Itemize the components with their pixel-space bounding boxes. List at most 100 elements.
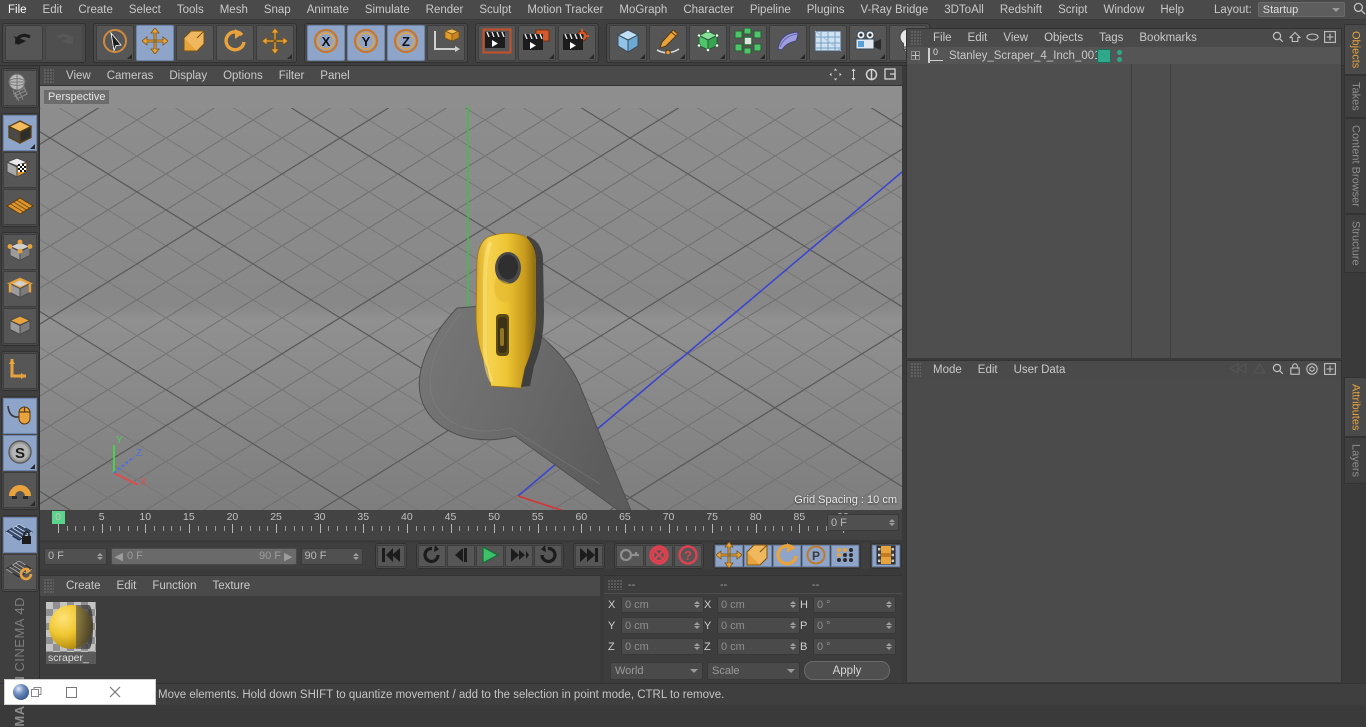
record-pla-button[interactable]	[831, 545, 859, 567]
close-window-button[interactable]	[93, 679, 137, 705]
menu-create[interactable]: Create	[70, 0, 121, 20]
add-deformer-button[interactable]	[769, 24, 807, 61]
material-menu-texture[interactable]: Texture	[204, 576, 258, 596]
play-reverse-loop-button[interactable]	[418, 544, 446, 567]
magnet-tool-button[interactable]	[2, 472, 37, 508]
object-menu-bookmarks[interactable]: Bookmarks	[1131, 29, 1205, 47]
timeline-ruler[interactable]: 051015202530354045505560657075808590	[50, 510, 902, 538]
menu-sculpt[interactable]: Sculpt	[471, 0, 519, 20]
spinner-icon[interactable]	[886, 643, 892, 650]
spinner-icon[interactable]	[886, 622, 892, 629]
timeline-ruler-panel[interactable]: 051015202530354045505560657075808590 0 F	[40, 510, 902, 540]
plus-box-icon[interactable]	[1324, 362, 1336, 378]
coordinate-input[interactable]: 0 °	[813, 638, 896, 655]
home-icon[interactable]	[1288, 31, 1302, 46]
material-menu-function[interactable]: Function	[144, 576, 204, 596]
expand-corner-icon[interactable]	[840, 53, 845, 59]
material-menu-create[interactable]: Create	[58, 576, 109, 596]
material-tag[interactable]	[1097, 48, 1111, 63]
polygons-mode-button[interactable]	[2, 308, 37, 344]
viewport-menu-options[interactable]: Options	[215, 66, 271, 86]
menu-render[interactable]: Render	[418, 0, 472, 20]
menu-redshift[interactable]: Redshift	[992, 0, 1050, 20]
coordinate-input[interactable]: 0 cm	[621, 596, 704, 613]
tag-dots-icon[interactable]	[1117, 49, 1123, 62]
rotate-icon[interactable]	[865, 68, 878, 84]
search-icon[interactable]	[1272, 31, 1284, 46]
apply-button[interactable]: Apply	[804, 661, 890, 680]
edges-mode-button[interactable]	[2, 271, 37, 307]
spinner-icon[interactable]	[694, 643, 700, 650]
expand-corner-icon[interactable]	[800, 53, 805, 59]
play-button[interactable]	[476, 545, 504, 567]
lock-icon[interactable]	[1290, 362, 1300, 378]
menu-v-ray-bridge[interactable]: V-Ray Bridge	[852, 0, 936, 20]
coordinates-gripper[interactable]	[608, 579, 622, 590]
range-left-arrow-icon[interactable]: ◀	[115, 550, 123, 563]
viewport-gripper[interactable]	[44, 68, 54, 83]
add-array-button[interactable]	[729, 24, 767, 61]
points-mode-button[interactable]	[2, 234, 37, 270]
plus-box-icon[interactable]	[1324, 30, 1336, 46]
prev-icon[interactable]	[1228, 362, 1247, 377]
go-to-end-button[interactable]	[575, 545, 603, 567]
menu-script[interactable]: Script	[1050, 0, 1095, 20]
spinner-icon[interactable]	[694, 601, 700, 608]
object-menu-file[interactable]: File	[925, 29, 960, 47]
dock-tab-layers[interactable]: Layers	[1344, 436, 1366, 484]
add-primitive-cube-button[interactable]	[609, 24, 647, 61]
menu-mesh[interactable]: Mesh	[212, 0, 256, 20]
menu-character[interactable]: Character	[675, 0, 742, 20]
expand-corner-icon[interactable]	[589, 53, 594, 59]
autokeying-button[interactable]	[645, 544, 673, 567]
expand-corner-icon[interactable]	[720, 53, 725, 59]
add-floor-environment-button[interactable]	[809, 24, 847, 61]
expand-corner-icon[interactable]	[127, 53, 132, 59]
viewport-solo-button[interactable]	[2, 398, 37, 434]
attribute-menu-user-data[interactable]: User Data	[1006, 361, 1074, 379]
expand-corner-icon[interactable]	[880, 53, 885, 59]
record-scale-button[interactable]	[744, 544, 772, 567]
search-icon[interactable]	[1272, 363, 1284, 378]
material-manager-gripper[interactable]	[44, 579, 54, 593]
menu-tools[interactable]: Tools	[169, 0, 212, 20]
coordinate-input[interactable]: 0 cm	[621, 617, 704, 634]
viewport-menu-view[interactable]: View	[58, 66, 99, 86]
spinner-icon[interactable]	[790, 643, 796, 650]
zoom-icon[interactable]	[848, 68, 859, 84]
attribute-content-area[interactable]	[907, 379, 1341, 682]
expand-corner-icon[interactable]	[29, 501, 35, 506]
move-tool[interactable]	[136, 24, 174, 61]
menu-pipeline[interactable]: Pipeline	[742, 0, 799, 20]
material-list[interactable]: scraper_	[40, 596, 600, 670]
add-camera-button[interactable]	[849, 24, 887, 61]
viewport-menu-display[interactable]: Display	[161, 66, 215, 86]
viewport-menu-panel[interactable]: Panel	[312, 66, 357, 86]
dock-tab-objects[interactable]: Objects	[1344, 24, 1366, 76]
tree-expander[interactable]	[909, 47, 925, 64]
menu-motion-tracker[interactable]: Motion Tracker	[519, 0, 611, 20]
range-right-arrow-icon[interactable]: ▶	[284, 550, 292, 563]
attribute-manager-gripper[interactable]	[911, 363, 921, 377]
object-menu-tags[interactable]: Tags	[1091, 29, 1131, 47]
menu-window[interactable]: Window	[1095, 0, 1152, 20]
menu-3dtoall[interactable]: 3DToAll	[936, 0, 992, 20]
expand-corner-icon[interactable]	[29, 464, 35, 469]
expand-corner-icon[interactable]	[287, 53, 292, 59]
object-tree-list[interactable]: 0 Stanley_Scraper_4_Inch_001	[907, 47, 1341, 358]
preview-range-slider[interactable]: ◀ 0 F 90 F ▶	[110, 547, 297, 565]
rotate-tool[interactable]	[216, 24, 254, 61]
coordinate-input[interactable]: 0 cm	[621, 638, 704, 655]
attribute-menu-edit[interactable]: Edit	[970, 361, 1006, 379]
lock-y-axis[interactable]: Y	[347, 24, 385, 61]
redo-button[interactable]	[45, 24, 83, 61]
menu-plugins[interactable]: Plugins	[799, 0, 853, 20]
record-parameter-button[interactable]: P	[802, 545, 830, 567]
dock-tab-structure[interactable]: Structure	[1344, 213, 1366, 273]
record-active-objects-button[interactable]	[616, 545, 644, 567]
model-mode-button[interactable]	[2, 115, 37, 151]
object-menu-edit[interactable]: Edit	[960, 29, 996, 47]
dock-tab-takes[interactable]: Takes	[1344, 75, 1366, 119]
search-icon[interactable]	[1353, 2, 1366, 18]
material-swatch[interactable]: scraper_	[46, 602, 96, 664]
